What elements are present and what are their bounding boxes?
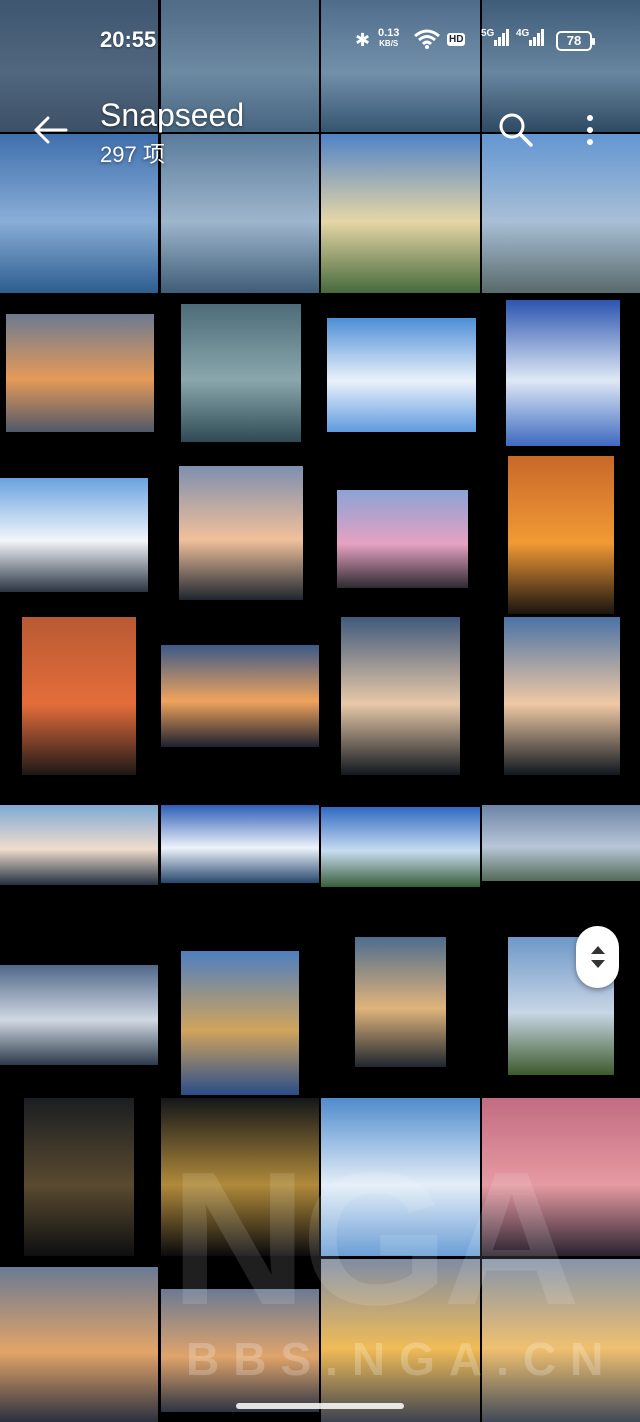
photo-image bbox=[341, 617, 460, 775]
watermark-text: BBS.NGA.CN bbox=[186, 1333, 618, 1385]
photo-image bbox=[181, 951, 299, 1095]
hd-badge: HD bbox=[447, 33, 466, 46]
photo-thumbnail[interactable] bbox=[321, 937, 480, 1095]
photo-thumbnail[interactable] bbox=[321, 777, 480, 935]
photo-image bbox=[24, 1098, 134, 1256]
photo-thumbnail[interactable] bbox=[161, 937, 319, 1095]
photo-image bbox=[321, 807, 480, 887]
more-options-icon[interactable] bbox=[575, 110, 605, 150]
photo-image bbox=[504, 617, 620, 775]
photo-thumbnail[interactable] bbox=[482, 296, 640, 454]
home-indicator[interactable] bbox=[236, 1403, 404, 1409]
signal-4g-label: 4G bbox=[516, 28, 530, 39]
photo-thumbnail[interactable] bbox=[321, 296, 480, 454]
signal-5g-label: 5G bbox=[481, 28, 495, 39]
photo-image bbox=[0, 805, 158, 885]
wifi-icon bbox=[414, 29, 440, 49]
network-speed: 0.13 KB/S bbox=[378, 28, 399, 49]
photo-thumbnail[interactable] bbox=[0, 1259, 158, 1422]
battery-icon: 78 bbox=[556, 31, 595, 51]
status-bar: 20:55 ✱ 0.13 KB/S HD 5G 4G 78 bbox=[0, 0, 640, 80]
up-down-arrows-icon bbox=[591, 946, 605, 968]
photo-thumbnail[interactable] bbox=[482, 456, 640, 614]
photo-thumbnail[interactable] bbox=[0, 456, 158, 614]
photo-image bbox=[327, 318, 476, 432]
photo-thumbnail[interactable] bbox=[0, 777, 158, 935]
network-speed-unit: KB/S bbox=[379, 39, 399, 48]
item-count: 297 项 bbox=[100, 142, 165, 167]
photo-thumbnail[interactable] bbox=[161, 456, 319, 614]
watermark-logo: NGA bbox=[170, 1133, 580, 1345]
photo-thumbnail[interactable] bbox=[161, 617, 319, 775]
photo-image bbox=[355, 937, 446, 1067]
photo-image bbox=[337, 490, 468, 588]
photo-thumbnail[interactable] bbox=[482, 777, 640, 935]
photo-image bbox=[179, 466, 303, 600]
photo-image bbox=[0, 965, 158, 1065]
photo-thumbnail[interactable] bbox=[0, 937, 158, 1095]
photo-thumbnail[interactable] bbox=[321, 617, 480, 775]
photo-image bbox=[181, 304, 301, 442]
photo-thumbnail[interactable] bbox=[482, 617, 640, 775]
photo-image bbox=[161, 645, 319, 747]
photo-image bbox=[6, 314, 154, 432]
fast-scroll-handle[interactable] bbox=[576, 926, 619, 988]
bluetooth-icon: ✱ bbox=[355, 30, 371, 50]
search-icon[interactable] bbox=[496, 110, 536, 150]
photo-image bbox=[0, 478, 148, 592]
photo-image bbox=[161, 805, 319, 883]
photo-thumbnail[interactable] bbox=[0, 1098, 158, 1256]
photo-image bbox=[506, 300, 620, 446]
photo-image bbox=[482, 805, 640, 881]
photo-image bbox=[508, 456, 614, 614]
photo-thumbnail[interactable] bbox=[161, 777, 319, 935]
photo-thumbnail[interactable] bbox=[0, 296, 158, 454]
signal-5g-icon: 5G bbox=[481, 28, 511, 50]
photo-image bbox=[22, 617, 136, 775]
photo-thumbnail[interactable] bbox=[161, 296, 319, 454]
network-speed-value: 0.13 bbox=[378, 27, 400, 39]
signal-4g-icon: 4G bbox=[516, 28, 546, 50]
photo-thumbnail[interactable] bbox=[0, 617, 158, 775]
photo-thumbnail[interactable] bbox=[321, 456, 480, 614]
album-title: Snapseed bbox=[100, 97, 245, 133]
app-header: Snapseed 297 项 bbox=[0, 80, 640, 180]
status-time: 20:55 bbox=[100, 27, 157, 52]
photo-image bbox=[0, 1267, 158, 1422]
back-arrow-icon[interactable] bbox=[30, 110, 70, 150]
